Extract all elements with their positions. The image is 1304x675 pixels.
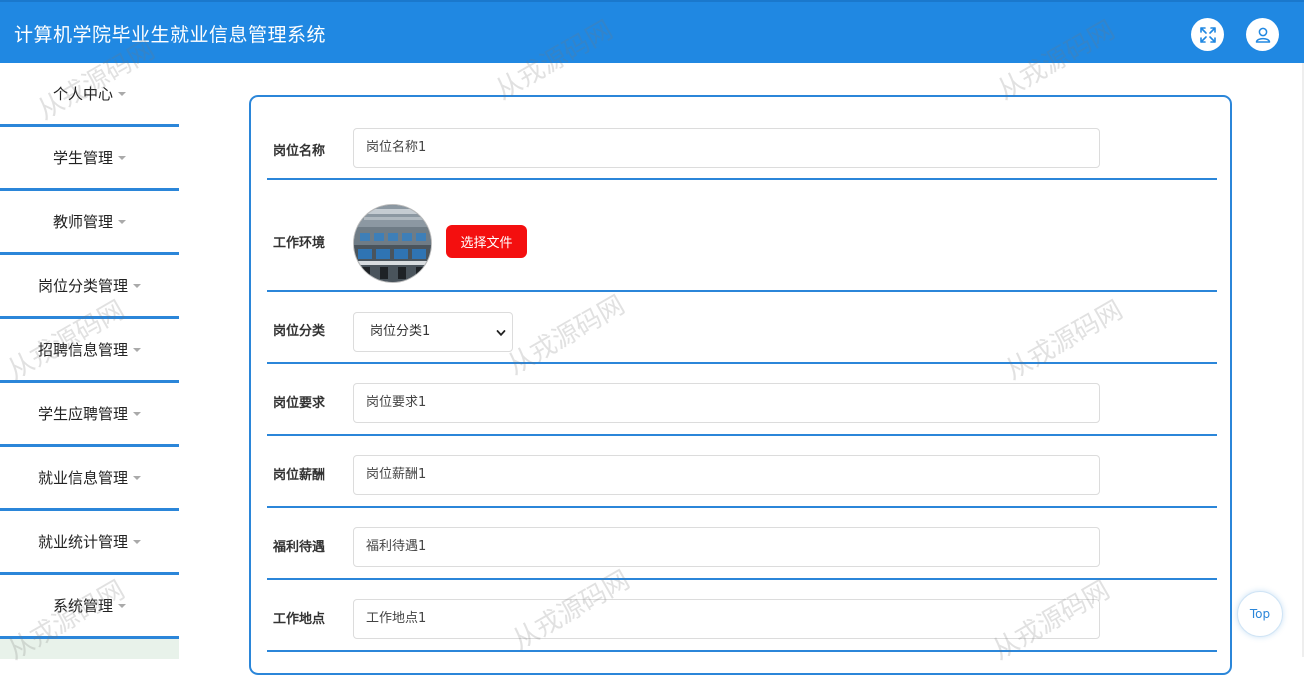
salary-label: 岗位薪酬 [273,468,326,483]
category-label: 岗位分类 [273,324,326,339]
category-select[interactable]: 岗位分类1 [353,312,513,352]
form-row-benefits: 福利待遇 福利待遇1 [267,508,1217,580]
caret-down-icon [133,539,141,544]
sidebar-item-label: 系统管理 [52,597,113,615]
requirement-label: 岗位要求 [273,396,326,411]
location-input[interactable]: 工作地点1 [353,599,1100,639]
caret-down-icon [133,475,141,480]
sidebar-bottom [0,639,179,659]
form-row-location: 工作地点 工作地点1 [267,580,1217,652]
sidebar-item-label: 教师管理 [52,213,113,231]
caret-down-icon [118,603,126,608]
sidebar-item-teachers[interactable]: 教师管理 [0,191,179,255]
sidebar-item-personal-center[interactable]: 个人中心 [0,63,179,127]
caret-down-icon [133,411,141,416]
caret-down-icon [133,347,141,352]
choose-file-button[interactable]: 选择文件 [446,225,527,258]
sidebar-item-students[interactable]: 学生管理 [0,127,179,191]
app-title: 计算机学院毕业生就业信息管理系统 [14,24,327,46]
form-row-category: 岗位分类 岗位分类1 [267,292,1217,364]
office-photo-icon [354,205,431,282]
expand-icon [1199,26,1216,43]
location-label: 工作地点 [273,612,326,627]
user-profile-button[interactable] [1246,18,1279,51]
caret-down-icon [118,219,126,224]
sidebar-item-label: 就业信息管理 [37,469,128,487]
sidebar-item-recruitment[interactable]: 招聘信息管理 [0,319,179,383]
user-icon [1255,27,1270,43]
benefits-input[interactable]: 福利待遇1 [353,527,1100,567]
benefits-label: 福利待遇 [273,540,326,555]
job-name-input[interactable]: 岗位名称1 [353,128,1100,168]
top-header: 计算机学院毕业生就业信息管理系统 [0,0,1304,63]
form-row-salary: 岗位薪酬 岗位薪酬1 [267,436,1217,508]
sidebar-item-applications[interactable]: 学生应聘管理 [0,383,179,447]
chevron-down-icon [496,330,506,337]
requirement-input[interactable]: 岗位要求1 [353,383,1100,423]
work-environment-image [353,204,432,283]
work-environment-label: 工作环境 [273,236,326,251]
form-row-job-name: 岗位名称 岗位名称1 [267,97,1217,180]
sidebar-item-job-categories[interactable]: 岗位分类管理 [0,255,179,319]
sidebar-item-employment-info[interactable]: 就业信息管理 [0,447,179,511]
form-row-requirement: 岗位要求 岗位要求1 [267,364,1217,436]
caret-down-icon [118,155,126,160]
form-row-work-environment: 工作环境 选择文件 [267,180,1217,292]
caret-down-icon [133,283,141,288]
sidebar-item-label: 个人中心 [52,85,113,103]
sidebar: 个人中心 学生管理 教师管理 岗位分类管理 招聘信息管理 学生应聘管理 就业信息… [0,63,179,659]
sidebar-item-label: 学生应聘管理 [37,405,128,423]
salary-input[interactable]: 岗位薪酬1 [353,455,1100,495]
sidebar-item-employment-stats[interactable]: 就业统计管理 [0,511,179,575]
sidebar-item-system[interactable]: 系统管理 [0,575,179,639]
sidebar-item-label: 招聘信息管理 [37,341,128,359]
sidebar-item-label: 岗位分类管理 [37,277,128,295]
back-to-top-button[interactable]: Top [1237,591,1283,637]
caret-down-icon [118,91,126,96]
job-name-label: 岗位名称 [273,144,326,159]
fullscreen-button[interactable] [1191,18,1224,51]
category-selected-value: 岗位分类1 [370,324,431,339]
sidebar-item-label: 就业统计管理 [37,533,128,551]
sidebar-item-label: 学生管理 [52,149,113,167]
job-edit-form: 岗位名称 岗位名称1 工作环境 选择文件 岗位分类 岗位分类1 岗位要求 岗位要… [249,95,1232,675]
